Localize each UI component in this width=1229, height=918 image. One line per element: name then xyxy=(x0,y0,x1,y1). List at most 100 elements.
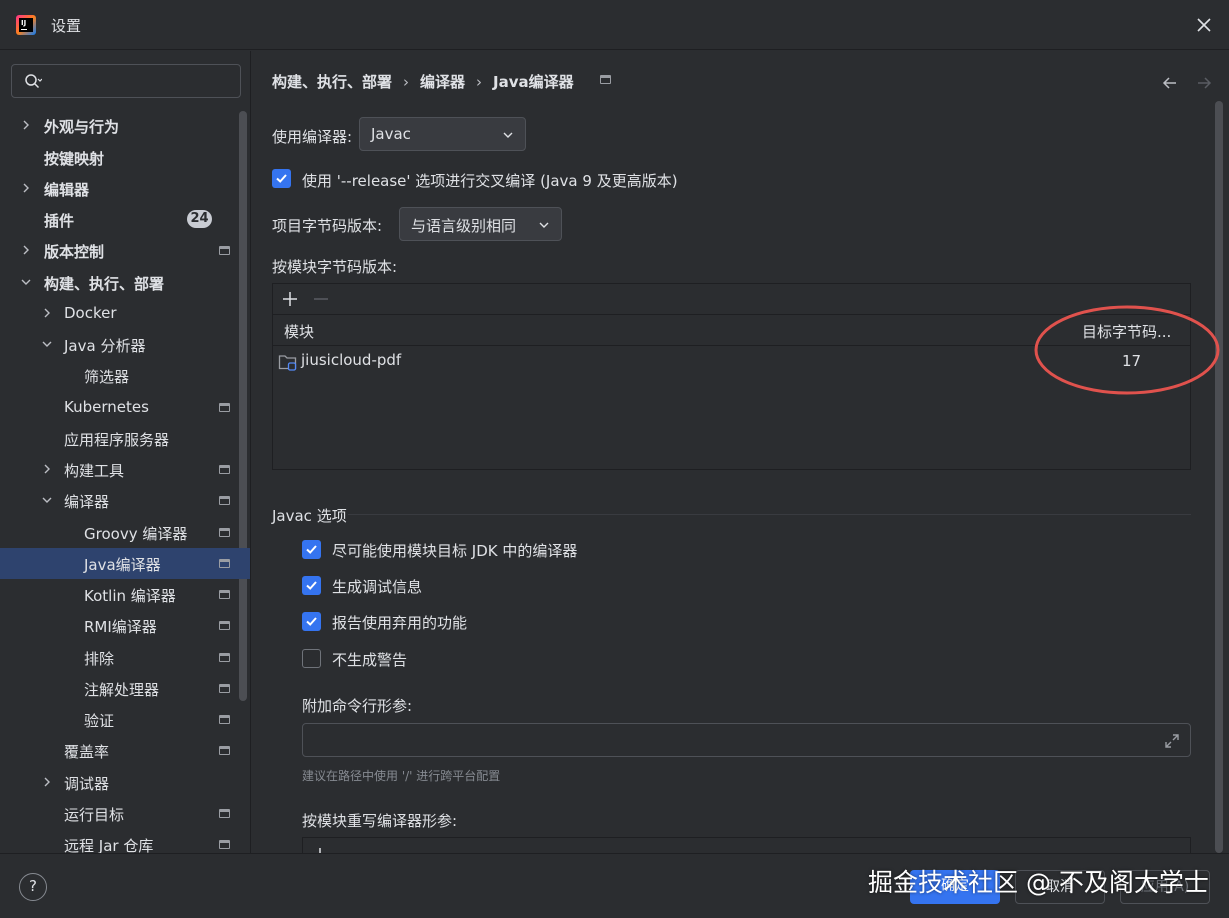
sidebar-item-keymap[interactable]: 按键映射 xyxy=(0,142,250,173)
project-settings-icon xyxy=(219,840,230,849)
sidebar-item-java-profiler[interactable]: Java 分析器 xyxy=(0,329,250,360)
column-header-module[interactable]: 模块 xyxy=(284,321,314,342)
sidebar-item-editor[interactable]: 编辑器 xyxy=(0,173,250,204)
sidebar-item-excludes[interactable]: 排除 xyxy=(0,642,250,673)
project-settings-icon xyxy=(219,528,230,537)
search-input[interactable] xyxy=(11,64,241,98)
sidebar-item-appearance[interactable]: 外观与行为 xyxy=(0,110,250,141)
project-settings-icon xyxy=(219,684,230,693)
chevron-right-icon[interactable] xyxy=(20,244,32,256)
project-settings-icon xyxy=(219,715,230,724)
sidebar-item-build-tools[interactable]: 构建工具 xyxy=(0,454,250,485)
project-settings-icon xyxy=(600,75,611,84)
sidebar-item-label: RMI编译器 xyxy=(84,618,157,636)
per-module-bytecode-label: 按模块字节码版本: xyxy=(272,258,398,276)
override-params-label: 按模块重写编译器形参: xyxy=(302,812,458,830)
extra-args-label: 附加命令行形参: xyxy=(302,697,413,715)
javac-options-title: Javac 选项 xyxy=(272,507,347,525)
project-bytecode-select[interactable]: 与语言级别相同 xyxy=(399,207,562,241)
sidebar-item-remote-jar-repos[interactable]: 远程 Jar 仓库 xyxy=(0,829,250,853)
project-settings-icon xyxy=(219,590,230,599)
project-bytecode-value: 与语言级别相同 xyxy=(411,217,517,235)
sidebar-item-label: 构建、执行、部署 xyxy=(44,275,165,293)
sidebar-item-app-servers[interactable]: 应用程序服务器 xyxy=(0,423,250,454)
chevron-down-icon xyxy=(503,132,513,138)
sidebar-item-coverage[interactable]: 覆盖率 xyxy=(0,735,250,766)
chevron-down-icon[interactable] xyxy=(41,338,53,350)
release-option-checkbox[interactable] xyxy=(272,169,291,188)
remove-icon[interactable] xyxy=(313,291,329,307)
chevron-right-icon[interactable] xyxy=(41,776,53,788)
debug-info-label: 生成调试信息 xyxy=(332,578,423,596)
intellij-logo-icon: IJ xyxy=(16,15,36,35)
no-warnings-label: 不生成警告 xyxy=(332,651,408,669)
sidebar-item-compiler[interactable]: 编译器 xyxy=(0,485,250,516)
sidebar-item-rmi-compiler[interactable]: RMI编译器 xyxy=(0,610,250,641)
watermark-text: 掘金技术社区 @ 不及阁大学士 xyxy=(868,868,1209,897)
chevron-down-icon[interactable] xyxy=(20,276,32,288)
project-settings-icon xyxy=(219,403,230,412)
sidebar-item-validation[interactable]: 验证 xyxy=(0,704,250,735)
sidebar-item-label: 筛选器 xyxy=(84,368,130,386)
sidebar-item-kotlin-compiler[interactable]: Kotlin 编译器 xyxy=(0,579,250,610)
project-settings-icon xyxy=(219,621,230,630)
sidebar-item-label: 注解处理器 xyxy=(84,681,160,699)
sidebar-item-plugins[interactable]: 插件 24 xyxy=(0,204,250,235)
use-module-jdk-checkbox[interactable] xyxy=(302,540,321,559)
debug-info-checkbox[interactable] xyxy=(302,576,321,595)
sidebar-item-label: 应用程序服务器 xyxy=(64,431,170,449)
deprecation-label: 报告使用弃用的功能 xyxy=(332,614,468,632)
project-settings-icon xyxy=(219,559,230,568)
release-option-label: 使用 '--release' 选项进行交叉编译 (Java 9 及更高版本) xyxy=(302,172,678,190)
chevron-right-icon[interactable] xyxy=(41,463,53,475)
override-params-table xyxy=(302,837,1191,853)
sidebar-item-vcs[interactable]: 版本控制 xyxy=(0,235,250,266)
compiler-select-value: Javac xyxy=(371,125,411,143)
chevron-down-icon[interactable] xyxy=(41,494,53,506)
sidebar-item-label: Java编译器 xyxy=(84,556,161,574)
help-button[interactable]: ? xyxy=(19,873,47,901)
sidebar-item-groovy-compiler[interactable]: Groovy 编译器 xyxy=(0,517,250,548)
sidebar-item-label: 构建工具 xyxy=(64,462,125,480)
compiler-select[interactable]: Javac xyxy=(359,117,526,151)
sidebar-item-label: 调试器 xyxy=(64,775,110,793)
no-warnings-checkbox[interactable] xyxy=(302,649,321,668)
deprecation-checkbox[interactable] xyxy=(302,612,321,631)
project-settings-icon xyxy=(219,246,230,255)
sidebar-item-java-compiler[interactable]: Java编译器 xyxy=(0,548,250,579)
breadcrumb-item: Java编译器 xyxy=(493,73,574,91)
sidebar-item-label: 覆盖率 xyxy=(64,743,110,761)
sidebar-item-docker[interactable]: Docker xyxy=(0,298,250,329)
sidebar-item-label: Groovy 编译器 xyxy=(84,525,188,543)
sidebar-item-label: 验证 xyxy=(84,712,115,730)
breadcrumb-item[interactable]: 构建、执行、部署 xyxy=(272,73,392,91)
sidebar-item-filters[interactable]: 筛选器 xyxy=(0,360,250,391)
sidebar-item-label: 运行目标 xyxy=(64,806,125,824)
chevron-right-icon[interactable] xyxy=(20,182,32,194)
sidebar-item-label: 版本控制 xyxy=(44,243,105,261)
back-arrow-icon[interactable] xyxy=(1160,73,1180,93)
search-icon xyxy=(25,74,42,89)
breadcrumb-separator: › xyxy=(403,73,410,91)
title-bar: IJ 设置 xyxy=(0,0,1229,50)
sidebar-item-build-execution-deployment[interactable]: 构建、执行、部署 xyxy=(0,267,250,298)
content-scrollbar[interactable] xyxy=(1215,101,1223,853)
close-icon[interactable] xyxy=(1193,14,1215,36)
checkmark-icon xyxy=(276,174,287,183)
chevron-right-icon[interactable] xyxy=(20,119,32,131)
sidebar-item-debugger[interactable]: 调试器 xyxy=(0,767,250,798)
project-bytecode-label: 项目字节码版本: xyxy=(272,217,383,235)
project-settings-icon xyxy=(219,465,230,474)
sidebar-item-run-targets[interactable]: 运行目标 xyxy=(0,798,250,829)
breadcrumb-item[interactable]: 编译器 xyxy=(420,73,465,91)
add-icon[interactable] xyxy=(282,291,298,307)
project-settings-icon xyxy=(219,809,230,818)
expand-icon[interactable] xyxy=(1163,732,1181,750)
settings-content: 构建、执行、部署 › 编译器 › Java编译器 使用编译器: Javac 使用 '--… xyxy=(252,51,1229,853)
checkmark-icon xyxy=(306,617,317,626)
chevron-right-icon[interactable] xyxy=(41,307,53,319)
sidebar-item-kubernetes[interactable]: Kubernetes xyxy=(0,392,250,423)
sidebar-item-annotation-processors[interactable]: 注解处理器 xyxy=(0,673,250,704)
extra-args-input[interactable] xyxy=(302,723,1191,757)
forward-arrow-icon[interactable] xyxy=(1194,73,1214,93)
